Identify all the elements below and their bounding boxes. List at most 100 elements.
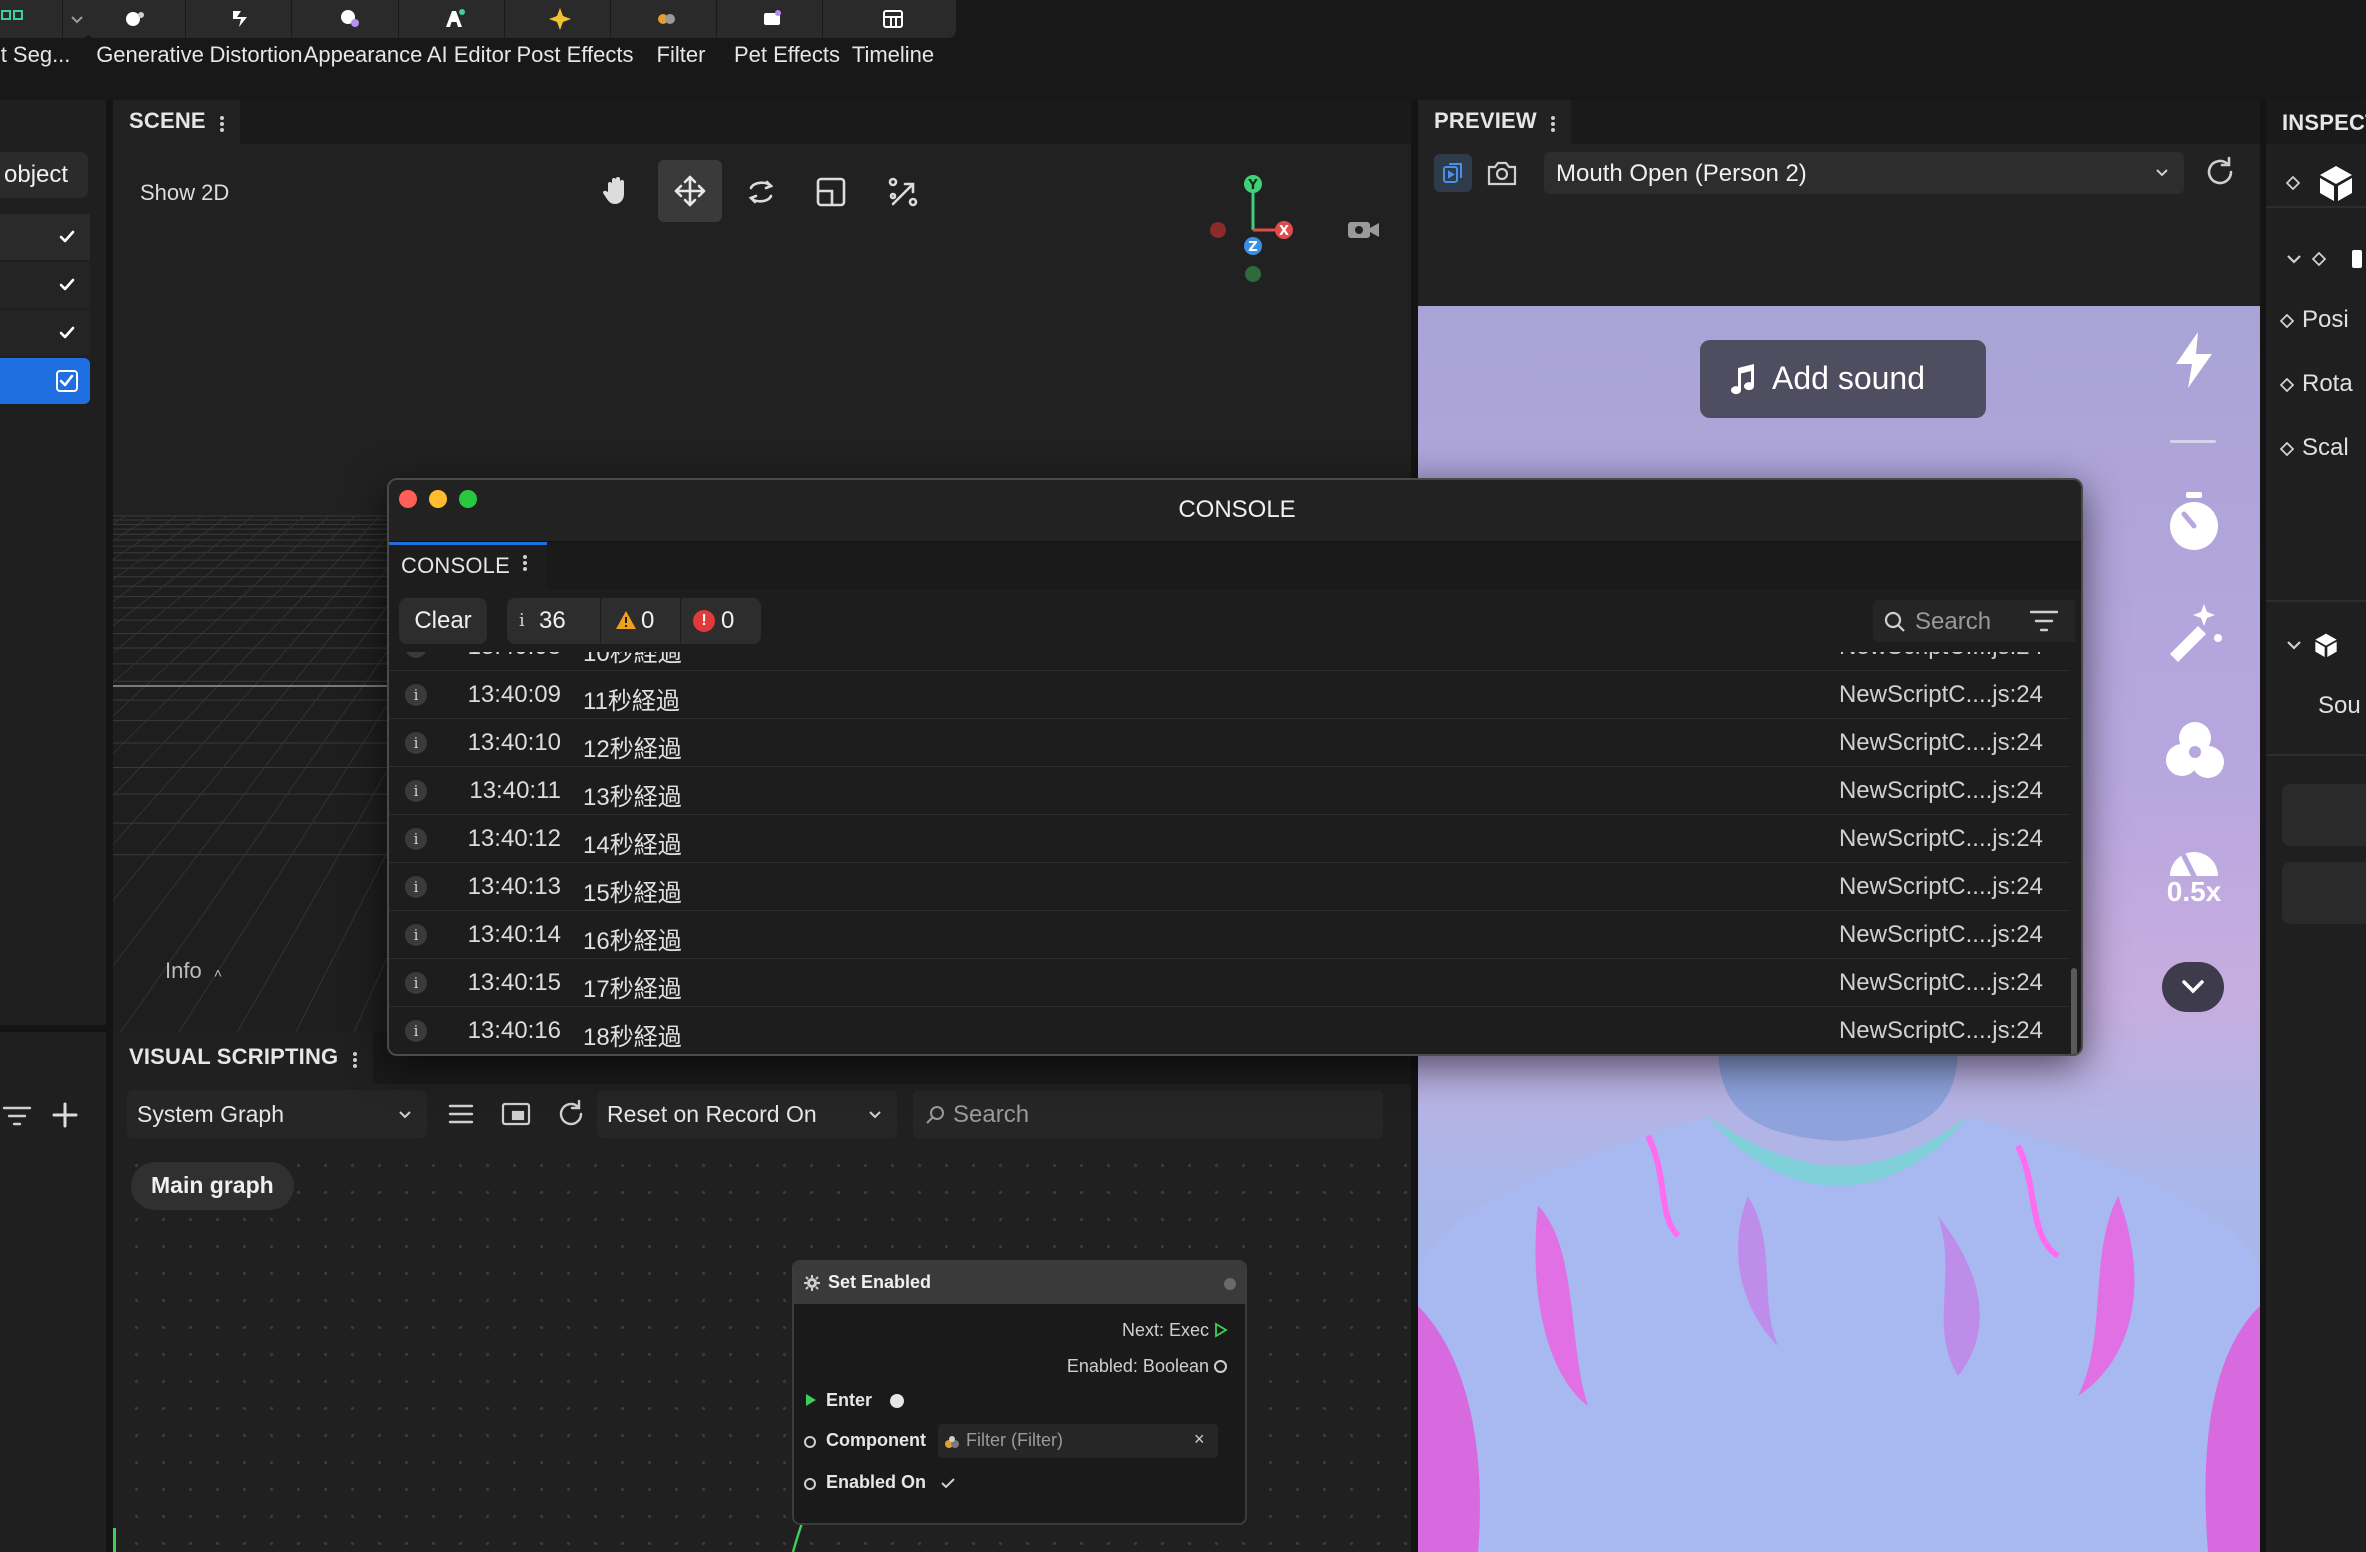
component-field[interactable]: Filter (Filter) ×	[938, 1424, 1218, 1458]
graph-search-input[interactable]: Search	[913, 1090, 1383, 1138]
inspector-transform-row[interactable]: Scal	[2266, 430, 2366, 470]
toolbar-item-timeline[interactable]: Timeline	[818, 0, 968, 100]
log-source-link[interactable]: NewScriptC....js:24	[1839, 652, 2043, 661]
enabled-on-in-port[interactable]	[804, 1478, 816, 1490]
move-tool-button[interactable]	[658, 160, 722, 222]
window-titlebar[interactable]: CONSOLE	[389, 480, 2081, 542]
flash-icon[interactable]	[2168, 328, 2220, 392]
preview-source-select[interactable]: Mouth Open (Person 2)	[1544, 152, 2184, 194]
log-source-link[interactable]: NewScriptC....js:24	[1839, 1017, 2043, 1045]
hierarchy-row[interactable]	[0, 262, 90, 308]
log-source-link[interactable]: NewScriptC....js:24	[1839, 777, 2043, 805]
inspector-row-label: Posi	[2302, 306, 2349, 333]
console-tab[interactable]: CONSOLE	[389, 542, 547, 590]
speed-button[interactable]: 0.5x	[2162, 838, 2226, 910]
diamond-icon[interactable]	[2280, 378, 2294, 392]
expand-button[interactable]	[2162, 962, 2224, 1012]
effects-circles-icon[interactable]	[2164, 718, 2226, 782]
console-toolbar: Clear i 36 0 ! 0 Search	[389, 590, 2081, 652]
main-graph-chip[interactable]: Main graph	[131, 1162, 294, 1210]
visual-scripting-tab[interactable]: VISUAL SCRIPTING	[113, 1032, 373, 1084]
inspector-button[interactable]	[2282, 862, 2366, 924]
preview-tab[interactable]: PREVIEW	[1418, 100, 1572, 144]
hierarchy-row[interactable]	[0, 310, 90, 356]
log-row[interactable]: i 13:40:11 13秒経過 NewScriptC....js:24	[389, 766, 2069, 814]
log-source-link[interactable]: NewScriptC....js:24	[1839, 873, 2043, 901]
set-enabled-node[interactable]: Set Enabled Next: Exec Enabled: Boolean …	[792, 1260, 1247, 1525]
log-source-link[interactable]: NewScriptC....js:24	[1839, 681, 2043, 709]
screenshot-camera-icon[interactable]	[1486, 158, 1518, 188]
check-icon[interactable]	[58, 228, 76, 246]
check-icon[interactable]	[940, 1476, 956, 1490]
inspector-transform-row[interactable]: Posi	[2266, 302, 2366, 342]
log-row[interactable]: i 13:40:10 12秒経過 NewScriptC....js:24	[389, 718, 2069, 766]
scene-tab[interactable]: SCENE	[113, 100, 241, 144]
rotate-tool-icon[interactable]	[743, 174, 779, 210]
info-filter-button[interactable]: i 36	[507, 598, 601, 644]
sort-filter-icon[interactable]	[2029, 608, 2059, 634]
add-object-button[interactable]: object	[0, 152, 88, 198]
log-row[interactable]: i 13:40:15 17秒経過 NewScriptC....js:24	[389, 958, 2069, 1006]
log-row[interactable]: i 13:40:12 14秒経過 NewScriptC....js:24	[389, 814, 2069, 862]
rect-tool-icon[interactable]	[885, 174, 921, 210]
log-row[interactable]: i 13:40:09 11秒経過 NewScriptC....js:24	[389, 670, 2069, 718]
plus-icon[interactable]	[50, 1100, 80, 1130]
diamond-icon[interactable]	[2280, 314, 2294, 328]
inspector-button[interactable]	[2282, 784, 2366, 846]
check-icon[interactable]	[58, 324, 76, 342]
clear-icon[interactable]: ×	[1194, 1429, 1205, 1450]
panel-icon[interactable]	[501, 1100, 531, 1128]
checkbox[interactable]	[56, 370, 78, 392]
scale-tool-icon[interactable]	[813, 174, 849, 210]
gizmo-y-label: Y	[1247, 178, 1258, 193]
node-header[interactable]: Set Enabled	[794, 1262, 1245, 1304]
warning-filter-button[interactable]: 0	[601, 598, 681, 644]
console-log-list[interactable]: i 13:40:08 10秒経過 NewScriptC....js:24 i 13…	[389, 652, 2081, 1054]
more-icon[interactable]	[523, 553, 527, 573]
info-icon: i	[405, 828, 427, 850]
clear-label: Clear	[414, 607, 472, 634]
info-toggle[interactable]: Info ˄	[165, 958, 222, 984]
log-source-link[interactable]: NewScriptC....js:24	[1839, 825, 2043, 853]
camera-icon[interactable]	[1347, 218, 1381, 242]
toolbar-icon-button[interactable]	[830, 0, 956, 38]
more-icon[interactable]	[1551, 114, 1556, 134]
hierarchy-row[interactable]	[0, 214, 90, 260]
console-window[interactable]: CONSOLE CONSOLE Clear i 36 0 ! 0 Search …	[387, 478, 2083, 1056]
add-sound-button[interactable]: Add sound	[1700, 340, 1986, 418]
boolean-out-port[interactable]	[1214, 1360, 1227, 1373]
exec-out-port[interactable]	[1214, 1322, 1228, 1338]
simulator-button[interactable]	[1434, 154, 1472, 192]
log-row[interactable]: i 13:40:13 15秒経過 NewScriptC....js:24	[389, 862, 2069, 910]
timer-icon[interactable]	[2166, 490, 2222, 554]
list-icon[interactable]	[447, 1100, 475, 1128]
reload-preview-icon[interactable]	[2202, 154, 2238, 190]
axis-gizmo-icon[interactable]: Y X Z	[1203, 170, 1333, 290]
show-2d-toggle[interactable]: Show 2D	[140, 180, 229, 206]
filter-icon[interactable]	[2, 1104, 32, 1128]
reset-mode-select[interactable]: Reset on Record On	[597, 1090, 897, 1138]
diamond-icon[interactable]	[2280, 442, 2294, 456]
chevron-down-icon[interactable]	[2286, 252, 2302, 266]
inspector-transform-row[interactable]: Rota	[2266, 366, 2366, 406]
refresh-icon[interactable]	[555, 1098, 587, 1130]
clear-button[interactable]: Clear	[399, 598, 487, 644]
log-source-link[interactable]: NewScriptC....js:24	[1839, 969, 2043, 997]
exec-in-port[interactable]	[804, 1392, 818, 1408]
log-row[interactable]: i 13:40:14 16秒経過 NewScriptC....js:24	[389, 910, 2069, 958]
more-icon[interactable]	[352, 1050, 357, 1070]
more-icon[interactable]	[220, 114, 225, 134]
scrollbar-thumb[interactable]	[2071, 968, 2077, 1054]
graph-select[interactable]: System Graph	[127, 1090, 427, 1138]
check-icon[interactable]	[58, 276, 76, 294]
hand-tool-icon[interactable]	[598, 172, 634, 208]
component-in-port[interactable]	[804, 1436, 816, 1448]
hierarchy-row-selected[interactable]	[0, 358, 90, 404]
log-source-link[interactable]: NewScriptC....js:24	[1839, 921, 2043, 949]
log-row[interactable]: i 13:40:16 18秒経過 NewScriptC....js:24	[389, 1006, 2069, 1054]
chevron-down-icon[interactable]	[2286, 638, 2302, 652]
log-row[interactable]: i 13:40:08 10秒経過 NewScriptC....js:24	[389, 652, 2069, 670]
magic-wand-icon[interactable]	[2164, 600, 2226, 664]
error-filter-button[interactable]: ! 0	[681, 598, 761, 644]
log-source-link[interactable]: NewScriptC....js:24	[1839, 729, 2043, 757]
